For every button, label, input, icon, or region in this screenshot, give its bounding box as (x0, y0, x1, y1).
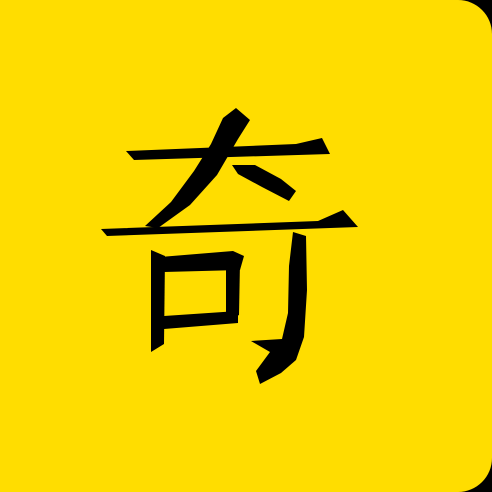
yellow-icon-tile: 奇 (0, 0, 492, 492)
app-icon-canvas: 奇 (0, 0, 492, 492)
right-curved-stroke (232, 165, 296, 201)
qi-character-glyph-icon (101, 108, 358, 384)
box-bottom-stroke (164, 311, 238, 329)
middle-horizontal-stroke (101, 210, 358, 236)
right-hook-stroke (251, 232, 307, 384)
qi-character-logo: 奇 (96, 98, 364, 390)
